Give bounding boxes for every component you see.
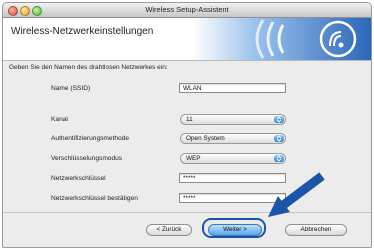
channel-value: 11 — [186, 116, 193, 123]
encryption-label: Verschlüsselungsmodus — [51, 155, 123, 162]
chevron-updown-icon — [274, 155, 284, 162]
title-bar: Wireless Setup-Assistent — [3, 3, 371, 18]
chevron-updown-icon — [274, 135, 284, 142]
cancel-button[interactable]: Abbrechen — [285, 224, 347, 236]
instruction-text: Geben Sie den Namen des drahtlosen Netzw… — [9, 64, 168, 71]
wizard-window: Wireless Setup-Assistent Wireless-Netzwe… — [2, 2, 372, 248]
next-button-highlight — [202, 218, 266, 238]
key-confirm-label: Netzwerkschlüssel bestätigen — [51, 195, 138, 202]
auth-select[interactable]: Open System — [180, 133, 286, 144]
ssid-label: Name (SSID) — [51, 85, 91, 92]
auth-value: Open System — [186, 135, 225, 142]
page-title: Wireless-Netzwerkeinstellungen — [11, 26, 154, 37]
key-label: Netzwerkschlüssel — [51, 175, 106, 182]
channel-label: Kanal — [51, 116, 68, 123]
encryption-value: WEP — [186, 155, 201, 162]
auth-label: Authentifizierungsmethode — [51, 135, 130, 142]
encryption-select[interactable]: WEP — [180, 153, 286, 164]
channel-select[interactable]: 11 — [180, 114, 286, 125]
chevron-updown-icon — [274, 116, 284, 123]
wireless-signal-icon — [193, 18, 371, 60]
divider — [3, 212, 371, 213]
back-button[interactable]: < Zurück — [146, 224, 192, 236]
header-banner: Wireless-Netzwerkeinstellungen — [3, 18, 371, 61]
key-input[interactable]: ***** — [179, 173, 286, 183]
ssid-input[interactable]: WLAN — [179, 83, 286, 93]
key-confirm-input[interactable]: ***** — [179, 193, 286, 203]
window-title: Wireless Setup-Assistent — [145, 5, 229, 14]
